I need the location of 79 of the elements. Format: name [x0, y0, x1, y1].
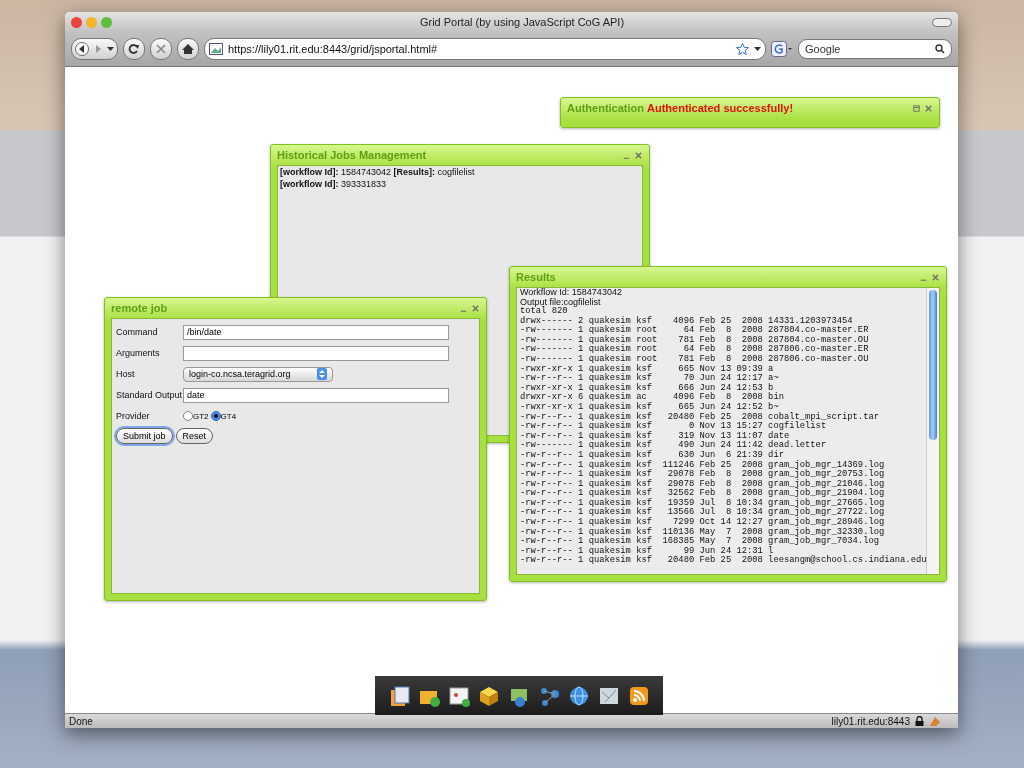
- radio-label: GT4: [220, 412, 237, 421]
- output-line: -rw-r--r-- 1 quakesim ksf 19359 Jul 8 10:34 gram_job_mgr_27665.log: [519, 498, 886, 508]
- output-line: -rw-r--r-- 1 quakesim ksf 319 Nov 13 11:07 date: [519, 431, 790, 441]
- output-line: -rw-r--r-- 1 quakesim ksf 110136 May 7 2008 gram_job_mgr_32330.log: [519, 527, 886, 537]
- output-line: -rw------- 1 quakesim root 64 Feb 8 2008 287804.co-master.ER: [519, 326, 870, 336]
- output-line: drwx------ 2 quakesim ksf 4096 Feb 25 2008 14331.1203973454: [519, 316, 854, 326]
- star-icon[interactable]: [736, 43, 749, 55]
- address-field[interactable]: https://lily01.rit.edu:8443/grid/jsportal.html#: [204, 38, 766, 60]
- window-title: remote job: [111, 302, 168, 314]
- window-title: Historical Jobs Management: [277, 149, 427, 161]
- status-host: lily01.rit.edu:8443: [831, 715, 910, 727]
- output-line: -rw------- 1 quakesim root 64 Feb 8 2008 287806.co-master.ER: [519, 345, 870, 355]
- output-line: -rw-r--r-- 1 quakesim ksf 13566 Jul 8 10:34 gram_job_mgr_27722.log: [519, 508, 886, 518]
- radio-label: GT2: [193, 412, 209, 421]
- radio-button[interactable]: [210, 411, 221, 421]
- output-line: -rw-r--r-- 1 quakesim ksf 0 Nov 13 15:27 cogfilelist: [519, 422, 827, 432]
- window-title: Grid Portal (by using JavaScript CoG API): [418, 16, 626, 28]
- form-button[interactable]: Reset: [175, 428, 214, 444]
- host-dropdown[interactable]: login-co.ncsa.teragrid.org: [183, 366, 333, 382]
- maximize-icon[interactable]: [912, 103, 921, 113]
- home-icon: [181, 43, 195, 55]
- field-label: Arguments: [116, 348, 161, 358]
- caret-icon[interactable]: [754, 46, 761, 52]
- output-line: -rw-r--r-- 1 quakesim ksf 7299 Oct 14 12:27 gram_job_mgr_28946.log: [519, 518, 886, 528]
- output-line: -rw-r--r-- 1 quakesim ksf 20480 Feb 25 2008 leesangm@school.cs.indiana.edu: [519, 556, 928, 567]
- history-entry[interactable]: [workflow Id]: 1584743042 [Results]: cogfilelist: [278, 166, 642, 178]
- search-field[interactable]: Google: [798, 39, 952, 59]
- output-line: -rwxr-xr-x 1 quakesim ksf 666 Jun 24 12:53 b: [519, 383, 774, 393]
- history-entry[interactable]: [workflow Id]: 393331833: [278, 178, 642, 190]
- auth-message: Authenticated successfully!: [647, 102, 794, 114]
- site-icon: [209, 43, 223, 55]
- toolbar-toggle-button[interactable]: [932, 17, 952, 27]
- caret-icon[interactable]: [107, 46, 114, 52]
- close-button[interactable]: [71, 16, 82, 28]
- field-label: Command: [116, 327, 159, 337]
- field-label: Standard Output: [116, 390, 183, 400]
- input-field[interactable]: date: [183, 387, 449, 403]
- field-label: Provider: [116, 411, 151, 421]
- close-icon[interactable]: [931, 272, 940, 282]
- radio-button[interactable]: [183, 411, 193, 421]
- output-line: drwxr-xr-x 6 quakesim ac 4096 Feb 8 2008 bin: [519, 393, 785, 403]
- output-line: -rw-r--r-- 1 quakesim ksf 168385 May 7 2008 gram_job_mgr_7034.log: [519, 537, 879, 547]
- output-line: -rw-r--r-- 1 quakesim ksf 32562 Feb 8 2008 gram_job_mgr_21904.log: [519, 489, 886, 499]
- window-title: Results: [516, 271, 556, 283]
- stop-button[interactable]: [150, 38, 172, 60]
- output-line: -rwxr-xr-x 1 quakesim ksf 665 Nov 13 09:39 a: [519, 364, 775, 374]
- output-line: -rw-r--r-- 1 quakesim ksf 29078 Feb 8 2008 gram_job_mgr_20753.log: [519, 470, 886, 480]
- output-line: -rw-r--r-- 1 quakesim ksf 70 Jun 24 12:17 a~: [519, 374, 780, 384]
- input-field[interactable]: [183, 345, 449, 361]
- output-line: -rw------- 1 quakesim root 781 Feb 8 2008 287804.co-master.OU: [519, 335, 870, 345]
- reload-icon: [127, 43, 141, 55]
- home-button[interactable]: [177, 38, 199, 60]
- close-icon[interactable]: [924, 103, 933, 113]
- output-line: -rw-r--r-- 1 quakesim ksf 20480 Feb 25 2008 cobalt_mpi_script.tar: [519, 412, 880, 422]
- form-button[interactable]: Submit job: [116, 428, 173, 444]
- stepper-icon: [317, 368, 327, 380]
- output-line: -rw-r--r-- 1 quakesim ksf 630 Jun 6 21:39 dir: [519, 450, 785, 460]
- result-header: Output file:cogfilelist: [519, 297, 602, 307]
- close-icon[interactable]: [634, 150, 643, 160]
- reload-button[interactable]: [123, 38, 145, 60]
- output-line: -rw------- 1 quakesim ksf 490 Jun 24 11:42 dead.letter: [519, 441, 828, 451]
- close-icon[interactable]: [471, 303, 480, 313]
- stop-icon: [154, 43, 168, 55]
- output-line: total 820: [519, 307, 568, 316]
- output-line: -rw-r--r-- 1 quakesim ksf 29078 Feb 8 2008 gram_job_mgr_21046.log: [519, 479, 886, 489]
- window-title: Authentication: [567, 102, 644, 114]
- back-icon[interactable]: [75, 42, 89, 56]
- search-engine-icon[interactable]: [771, 41, 793, 57]
- output-line: -rw-r--r-- 1 quakesim ksf 111246 Feb 25 2008 gram_job_mgr_14369.log: [519, 460, 886, 470]
- input-field[interactable]: /bin/date: [183, 324, 449, 340]
- lock-icon: [915, 716, 924, 726]
- search-icon[interactable]: [935, 44, 945, 54]
- result-header: Workflow Id: 1584743042: [519, 288, 623, 298]
- output-line: -rwxr-xr-x 1 quakesim ksf 665 Jun 24 12:52 b~: [519, 402, 780, 412]
- scrollbar[interactable]: [926, 288, 939, 574]
- status-text: Done: [69, 715, 93, 727]
- field-label: Host: [116, 369, 136, 379]
- output-line: -rw------- 1 quakesim root 781 Feb 8 2008 287806.co-master.OU: [519, 354, 870, 364]
- output-line: -rw-r--r-- 1 quakesim ksf 99 Jun 24 12:31 l: [519, 546, 774, 556]
